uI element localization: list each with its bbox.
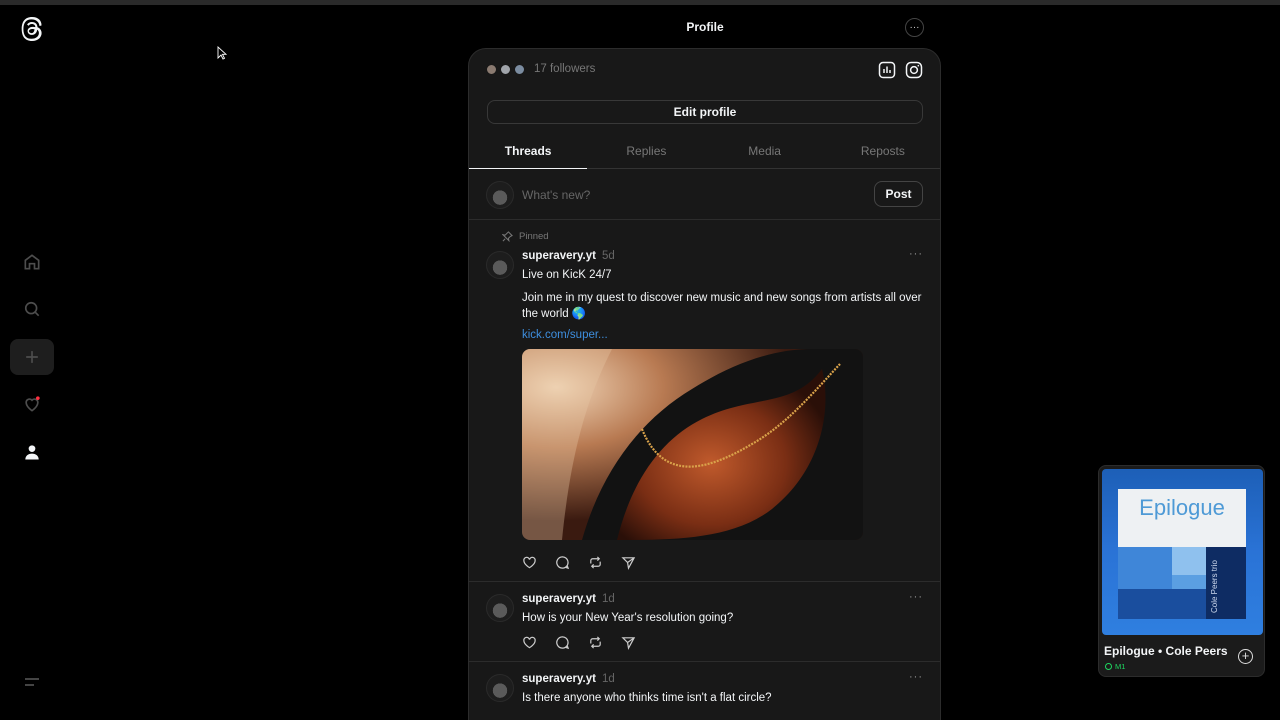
more-horizontal-icon[interactable]: ··· [905, 18, 924, 37]
composer-input[interactable]: What's new? [522, 188, 590, 202]
post-author[interactable]: superavery.yt 5d [522, 250, 615, 262]
repost-icon[interactable] [588, 555, 603, 570]
person-icon [25, 445, 39, 460]
bar-chart-icon[interactable] [878, 61, 896, 79]
album-art-title: Epilogue [1139, 495, 1225, 520]
post-time: 1d [601, 593, 615, 605]
threads-logo-icon[interactable] [18, 15, 46, 43]
post-author[interactable]: superavery.yt 1d [522, 673, 615, 685]
page-title: Profile [686, 20, 724, 34]
album-art-artist: Cole Peers trio [1210, 560, 1219, 613]
composer: What's new? Post [469, 170, 940, 220]
speaker-icon [1105, 663, 1112, 670]
pinned-label: Pinned [502, 231, 549, 242]
instagram-icon[interactable] [905, 61, 923, 79]
menu-lines-icon[interactable] [24, 674, 40, 686]
avatar[interactable] [486, 594, 514, 622]
followers-link[interactable]: 17 followers [486, 63, 595, 75]
post-text: Is there anyone who thinks time isn't a … [522, 692, 772, 704]
post-button[interactable]: Post [874, 181, 923, 207]
share-icon[interactable] [621, 635, 636, 650]
repost-icon[interactable] [588, 635, 603, 650]
edit-profile-button[interactable]: Edit profile [487, 100, 923, 124]
tab-reposts[interactable]: Reposts [824, 137, 940, 168]
share-icon[interactable] [621, 555, 636, 570]
nav-search[interactable] [10, 291, 54, 327]
post-actions [522, 555, 636, 570]
left-navigation [0, 0, 64, 720]
profile-tabs: Threads Replies Media Reposts [469, 137, 940, 169]
nav-activity[interactable] [10, 386, 54, 422]
thread-post: superavery.yt 1d ··· Is there anyone who … [469, 662, 940, 720]
avatar[interactable] [486, 181, 514, 209]
post-image[interactable] [522, 349, 863, 540]
post-more-icon[interactable]: ··· [909, 671, 923, 683]
post-text: Live on KicK 24/7 [522, 269, 612, 281]
mini-player[interactable]: Epilogue Cole Peers trio Epilogue • Cole… [1098, 465, 1265, 677]
thread-post: Pinned superavery.yt 5d ··· Live on KicK … [469, 221, 940, 582]
post-time: 5d [601, 250, 615, 262]
window-top-border [0, 0, 1280, 5]
follower-avatar [514, 63, 525, 75]
post-time: 1d [601, 673, 615, 685]
home-icon [24, 254, 40, 270]
profile-panel: 17 followers Edit profile Threads Replie… [468, 48, 941, 720]
comment-icon[interactable] [555, 555, 570, 570]
post-author[interactable]: superavery.yt 1d [522, 593, 615, 605]
pin-icon [502, 231, 513, 242]
device-indicator[interactable]: M1 [1105, 662, 1125, 671]
like-icon[interactable] [522, 635, 537, 650]
album-art: Epilogue Cole Peers trio [1102, 469, 1263, 635]
tab-replies[interactable]: Replies [587, 137, 705, 168]
add-circle-icon[interactable]: + [1238, 649, 1253, 664]
avatar[interactable] [486, 674, 514, 702]
follower-avatar [500, 63, 511, 75]
post-more-icon[interactable]: ··· [909, 591, 923, 603]
post-more-icon[interactable]: ··· [909, 248, 923, 260]
comment-icon[interactable] [555, 635, 570, 650]
post-text: Join me in my quest to discover new musi… [522, 292, 922, 320]
post-actions [522, 635, 636, 650]
search-icon [24, 301, 40, 317]
heart-icon [25, 396, 40, 412]
nav-profile[interactable] [10, 434, 54, 470]
followers-count: 17 followers [534, 63, 596, 75]
follower-avatar [486, 63, 497, 75]
post-link[interactable]: kick.com/super... [522, 329, 608, 341]
thread-post: superavery.yt 1d ··· How is your New Year… [469, 582, 940, 662]
nav-home[interactable] [10, 244, 54, 280]
avatar[interactable] [486, 251, 514, 279]
tab-media[interactable]: Media [706, 137, 824, 168]
plus-icon [26, 351, 38, 363]
tab-threads[interactable]: Threads [469, 137, 588, 169]
mouse-cursor [217, 45, 228, 60]
like-icon[interactable] [522, 555, 537, 570]
nav-create[interactable] [10, 339, 54, 375]
track-title[interactable]: Epilogue • Cole Peers [1104, 644, 1232, 658]
post-text: How is your New Year's resolution going? [522, 612, 734, 624]
